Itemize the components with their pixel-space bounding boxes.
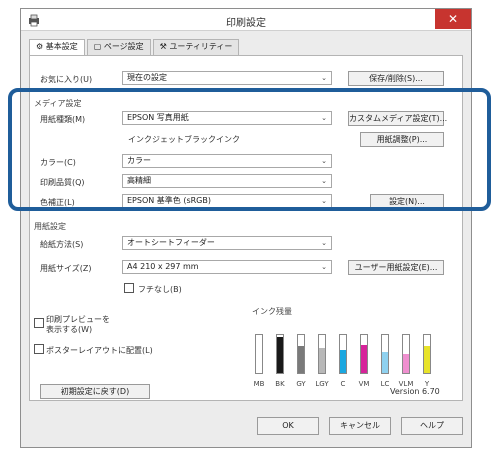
ink-tube-lgy xyxy=(315,334,329,374)
tab-utility-label: ユーティリティー xyxy=(169,42,233,51)
chevron-down-icon: ⌄ xyxy=(321,197,327,205)
ok-button[interactable]: OK xyxy=(257,417,319,435)
version-text: Version 6.70 xyxy=(390,387,440,396)
ink-label-c: C xyxy=(340,380,346,388)
window-title: 印刷設定 xyxy=(226,18,266,29)
ink-tube-mb xyxy=(252,334,266,374)
chevron-down-icon: ⌄ xyxy=(321,239,327,247)
ink-label-mb: MB xyxy=(253,380,265,388)
ink-tube-c xyxy=(336,334,350,374)
ink-level-fill xyxy=(277,336,283,373)
ink-level-fill xyxy=(403,354,409,373)
ink-level-fill xyxy=(424,346,430,373)
chevron-down-icon: ⌄ xyxy=(321,114,327,122)
color-mode-value: EPSON 基準色 (sRGB) xyxy=(127,196,211,205)
ink-level-fill xyxy=(340,350,346,373)
favorites-label: お気に入り(U) xyxy=(40,75,93,84)
ink-label-gy: GY xyxy=(296,380,306,388)
close-button[interactable]: ✕ xyxy=(435,9,471,29)
ink-label-lgy: LGY xyxy=(315,380,329,388)
color-mode-select[interactable]: EPSON 基準色 (sRGB) ⌄ xyxy=(122,194,332,208)
ink-levels-title: インク残量 xyxy=(252,307,292,316)
ink-tube-gy xyxy=(294,334,308,374)
poster-layout-checkbox[interactable] xyxy=(34,344,44,354)
favorites-value: 現在の設定 xyxy=(127,73,167,82)
tab-bar: ⚙ 基本設定 ▢ ページ設定 ⚒ ユーティリティー xyxy=(29,39,241,56)
paper-section-title: 用紙設定 xyxy=(34,222,66,231)
ink-label-bk: BK xyxy=(275,380,285,388)
reset-defaults-button[interactable]: 初期設定に戻す(D) xyxy=(40,384,150,399)
ink-level-fill xyxy=(382,352,388,373)
color-label: カラー(C) xyxy=(40,158,76,167)
quality-label: 印刷品質(Q) xyxy=(40,178,85,187)
paper-size-value: A4 210 x 297 mm xyxy=(127,262,199,271)
ink-tube-bk xyxy=(273,334,287,374)
help-button[interactable]: ヘルプ xyxy=(401,417,463,435)
paper-size-label: 用紙サイズ(Z) xyxy=(40,264,92,273)
chevron-down-icon: ⌄ xyxy=(321,263,327,271)
user-paper-size-button[interactable]: ユーザー用紙設定(E)... xyxy=(348,260,444,275)
save-delete-button[interactable]: 保存/削除(S)... xyxy=(348,71,444,86)
tab-basic-label: 基本設定 xyxy=(45,42,78,51)
custom-media-button[interactable]: カスタムメディア設定(T)... xyxy=(348,111,447,126)
color-mode-label: 色補正(L) xyxy=(40,198,75,207)
wrench-icon: ⚒ xyxy=(159,42,167,51)
paper-source-select[interactable]: オートシートフィーダー ⌄ xyxy=(122,236,332,250)
ink-level-fill xyxy=(298,346,304,373)
color-value: カラー xyxy=(127,156,151,165)
paper-type-select[interactable]: EPSON 写真用紙 ⌄ xyxy=(122,111,332,125)
tab-utility[interactable]: ⚒ ユーティリティー xyxy=(152,39,240,55)
print-preview-label-line2: 表示する(W) xyxy=(46,325,93,334)
tab-page-label: ページ設定 xyxy=(103,42,144,51)
poster-layout-label: ポスターレイアウトに配置(L) xyxy=(46,346,153,355)
tab-basic[interactable]: ⚙ 基本設定 xyxy=(29,39,85,56)
chevron-down-icon: ⌄ xyxy=(321,157,327,165)
color-settings-button[interactable]: 設定(N)... xyxy=(370,194,444,209)
basic-settings-panel: お気に入り(U) 現在の設定 ⌄ 保存/削除(S)... メディア設定 用紙種類… xyxy=(29,55,463,401)
chevron-down-icon: ⌄ xyxy=(321,177,327,185)
borderless-label: フチなし(B) xyxy=(138,285,182,294)
ink-tube-vm xyxy=(357,334,371,374)
paper-type-label: 用紙種類(M) xyxy=(40,115,86,124)
paper-source-value: オートシートフィーダー xyxy=(127,238,215,247)
favorites-select[interactable]: 現在の設定 ⌄ xyxy=(122,71,332,85)
print-settings-window: 印刷設定 ✕ ⚙ 基本設定 ▢ ページ設定 ⚒ ユーティリティー お気に入り(U… xyxy=(20,8,472,448)
page-icon: ▢ xyxy=(93,42,102,51)
color-select[interactable]: カラー ⌄ xyxy=(122,154,332,168)
quality-value: 高精細 xyxy=(127,176,151,185)
borderless-checkbox[interactable] xyxy=(124,283,134,293)
title-bar: 印刷設定 ✕ xyxy=(21,9,471,31)
ink-tube-y xyxy=(420,334,434,374)
ink-tube-lc xyxy=(378,334,392,374)
quality-select[interactable]: 高精細 ⌄ xyxy=(122,174,332,188)
ink-levels-area: MB BK GY LGY C VM LC VLM Y xyxy=(248,318,444,388)
paper-type-value: EPSON 写真用紙 xyxy=(127,113,189,122)
print-preview-checkbox[interactable] xyxy=(34,318,44,328)
chevron-down-icon: ⌄ xyxy=(321,74,327,82)
ink-level-fill xyxy=(319,348,325,373)
ink-type-label: インクジェットブラックインク xyxy=(128,135,240,144)
paper-adjust-button[interactable]: 用紙調整(P)... xyxy=(360,132,444,147)
ink-level-fill xyxy=(361,344,367,373)
ink-tube-vlm xyxy=(399,334,413,374)
settings-icon: ⚙ xyxy=(36,42,44,51)
tab-page[interactable]: ▢ ページ設定 xyxy=(86,39,151,55)
paper-size-select[interactable]: A4 210 x 297 mm ⌄ xyxy=(122,260,332,274)
ink-label-vm: VM xyxy=(358,380,370,388)
media-section-title: メディア設定 xyxy=(34,99,82,108)
paper-source-label: 給紙方法(S) xyxy=(40,240,84,249)
cancel-button[interactable]: キャンセル xyxy=(329,417,391,435)
